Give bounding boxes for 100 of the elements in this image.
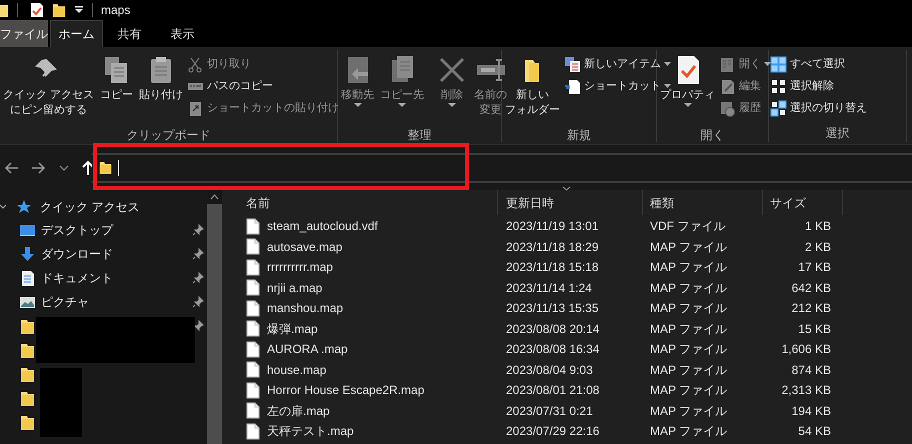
grid-icon: [770, 78, 787, 94]
edit-icon: [719, 78, 736, 94]
table-cell: MAP ファイル: [650, 301, 728, 316]
folder-icon: [52, 2, 66, 18]
back-arrow-button[interactable]: [3, 160, 19, 176]
history-icon: [719, 100, 736, 116]
file-name[interactable]: 爆弾.map: [267, 322, 318, 336]
file-name[interactable]: Horror House Escape2R.map: [267, 383, 424, 398]
file-name[interactable]: manshou.map: [267, 301, 344, 316]
forward-arrow-button[interactable]: [31, 160, 47, 176]
document-icon: [19, 270, 36, 286]
table-cell: MAP ファイル: [650, 260, 728, 274]
new-item-icon: [564, 56, 581, 72]
ribbon-button[interactable]: パスのコピー: [187, 76, 340, 96]
file-icon: [246, 279, 260, 296]
caret-icon: [74, 5, 84, 15]
table-cell: 2023/11/19 13:01: [506, 219, 599, 234]
table-cell: VDF ファイル: [650, 219, 726, 234]
table-cell: 874 KB: [792, 362, 831, 377]
table-cell: 2023/08/01 21:08: [506, 383, 600, 398]
table-cell: 54 KB: [798, 424, 831, 438]
open-icon: [719, 56, 736, 72]
redaction-box: [40, 368, 82, 437]
select-all-icon: [770, 56, 787, 72]
column-header[interactable]: 名前: [226, 190, 498, 215]
shortcut-icon: [564, 78, 581, 94]
table-cell: 17 KB: [798, 260, 831, 274]
table-cell: 1,606 KB: [782, 342, 831, 356]
table-cell: MAP ファイル: [650, 322, 728, 336]
column-header[interactable]: サイズ: [763, 190, 843, 215]
properties-icon: [30, 2, 44, 18]
file-icon: [246, 340, 260, 358]
table-cell: MAP ファイル: [650, 404, 728, 418]
table-cell: 2023/07/31 0:21: [506, 404, 593, 418]
table-cell: 1 KB: [804, 219, 831, 234]
group-label: 整理: [406, 127, 432, 144]
ribbon-button[interactable]: 貼り付け: [137, 50, 186, 126]
caret-icon: [398, 103, 406, 108]
sidebar-item[interactable]: ダウンロード: [41, 245, 113, 263]
file-icon: [246, 382, 260, 399]
address-field[interactable]: [92, 152, 912, 182]
file-icon: [246, 218, 260, 235]
file-name[interactable]: steam_autocloud.vdf: [267, 219, 378, 234]
caret-icon: [684, 103, 692, 108]
up-arrow-button[interactable]: [81, 160, 95, 176]
table-cell: 2023/08/04 9:03: [506, 362, 593, 377]
folder-icon: [99, 160, 112, 175]
ribbon-button[interactable]: 新しいアイテム: [564, 54, 671, 74]
sidebar-item[interactable]: クイック アクセス: [40, 198, 140, 216]
file-icon: [246, 258, 260, 276]
ribbon-tab[interactable]: 共有: [103, 20, 156, 47]
folder-icon: [19, 342, 36, 358]
file-name[interactable]: autosave.map: [267, 240, 342, 254]
ribbon-tab[interactable]: 表示: [156, 20, 209, 47]
file-name[interactable]: 天秤テスト.map: [267, 424, 354, 438]
file-name[interactable]: 左の扉.map: [267, 404, 330, 418]
ribbon-button[interactable]: すべて選択: [770, 54, 867, 74]
download-arrow-icon: [19, 246, 36, 262]
group-label: 開く: [700, 127, 726, 144]
table-cell: 2023/11/13 15:35: [506, 301, 599, 316]
sidebar-item[interactable]: ピクチャ: [41, 293, 89, 311]
file-name[interactable]: house.map: [267, 362, 326, 377]
star-icon: [16, 199, 32, 215]
invert-selection-icon: [770, 100, 787, 116]
scissors-icon: [187, 56, 204, 72]
table-cell: 642 KB: [792, 280, 831, 295]
ribbon-button[interactable]: 選択の切り替え: [770, 98, 867, 118]
ribbon-button[interactable]: 選択解除: [770, 76, 867, 96]
group-label: 選択: [824, 125, 850, 142]
file-name[interactable]: nrjii a.map: [267, 280, 322, 295]
folder-icon: [0, 3, 9, 17]
ribbon-tab[interactable]: ホーム: [50, 20, 103, 47]
column-header[interactable]: 種類: [643, 190, 763, 215]
file-name[interactable]: AURORA .map: [267, 342, 348, 356]
file-icon: [246, 422, 260, 440]
caret-icon: [448, 103, 456, 108]
ribbon-button[interactable]: クイック アクセス にピン留めする: [1, 50, 96, 126]
table-cell: 194 KB: [792, 404, 831, 418]
folder-icon: [19, 318, 36, 334]
ribbon-button[interactable]: コピー: [98, 50, 136, 126]
sidebar-item[interactable]: デスクトップ: [41, 221, 113, 239]
table-cell: 2023/11/18 18:29: [506, 240, 599, 254]
group-label: 新規: [566, 127, 592, 144]
column-header[interactable]: 更新日時: [498, 190, 643, 215]
file-icon: [246, 402, 260, 420]
table-cell: MAP ファイル: [650, 342, 728, 356]
ribbon-tab[interactable]: ファイル: [0, 20, 48, 47]
file-icon: [246, 238, 260, 256]
file-icon: [246, 361, 260, 378]
file-name[interactable]: rrrrrrrrrr.map: [267, 260, 333, 274]
table-cell: 15 KB: [798, 322, 831, 336]
table-cell: 2,313 KB: [782, 383, 831, 398]
sidebar-item[interactable]: ドキュメント: [41, 269, 113, 287]
table-cell: MAP ファイル: [650, 280, 728, 295]
table-cell: MAP ファイル: [650, 240, 728, 254]
folder-icon: [19, 390, 36, 406]
chevron-up-icon: [210, 193, 219, 201]
caret-icon: [354, 103, 362, 108]
file-icon: [246, 300, 260, 317]
caret-icon: [664, 62, 671, 66]
